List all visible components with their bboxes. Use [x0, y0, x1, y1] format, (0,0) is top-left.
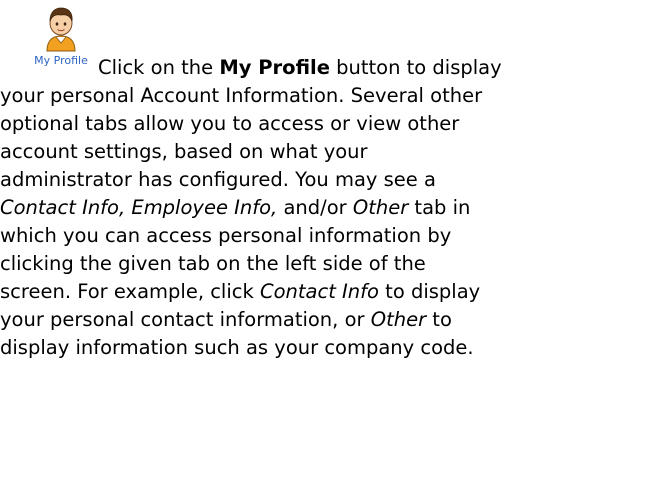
- paragraph-line: display information such as your company…: [0, 336, 474, 359]
- my-profile-caption: My Profile: [34, 54, 88, 67]
- paragraph-line: Click on the My Profile button to displa…: [98, 54, 502, 82]
- text-run: tab in: [408, 196, 471, 219]
- text-run: screen. For example, click: [0, 280, 260, 303]
- paragraph-line: Contact Info, Employee Info, and/or Othe…: [0, 194, 470, 222]
- text-run: to display: [378, 280, 481, 303]
- paragraph-line: clicking the given tab on the left side …: [0, 252, 426, 275]
- other-tab-emphasis: Other: [352, 196, 409, 219]
- my-profile-button[interactable]: My Profile: [30, 6, 92, 70]
- user-avatar-icon: [46, 7, 76, 52]
- paragraph-line: account settings, based on what your: [0, 140, 368, 163]
- paragraph-line: screen. For example, click Contact Info …: [0, 278, 480, 306]
- my-profile-emphasis: My Profile: [219, 56, 330, 79]
- contact-info-emphasis: Contact Info: [259, 280, 379, 303]
- paragraph-line: optional tabs allow you to access or vie…: [0, 112, 460, 135]
- text-run: your personal contact information, or: [0, 308, 371, 331]
- paragraph-line: your personal Account Information. Sever…: [0, 84, 483, 107]
- document-page: My Profile Click on the My Profile butto…: [0, 0, 664, 497]
- paragraph-line: which you can access personal informatio…: [0, 224, 452, 247]
- paragraph-line: your personal contact information, or Ot…: [0, 306, 452, 334]
- text-run: to: [426, 308, 452, 331]
- paragraph-line: administrator has configured. You may se…: [0, 168, 436, 191]
- tab-names-emphasis: Contact Info, Employee Info,: [0, 196, 278, 219]
- text-run: and/or: [277, 196, 353, 219]
- text-run: button to display: [329, 56, 502, 79]
- other-emphasis: Other: [370, 308, 427, 331]
- text-run: Click on the: [98, 56, 220, 79]
